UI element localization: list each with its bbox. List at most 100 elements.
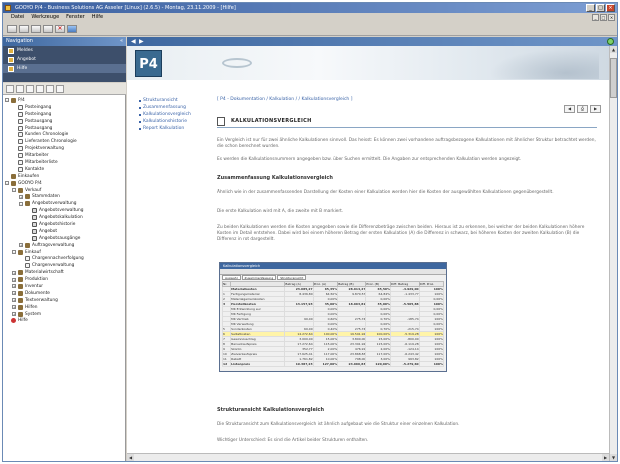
nav-item-meldes[interactable]: Meldes (3, 46, 126, 55)
back-icon[interactable] (6, 85, 14, 93)
mdi-minimize-button[interactable]: _ (592, 14, 599, 21)
save-icon[interactable] (67, 25, 77, 33)
tree-node-label: Inventur (25, 283, 44, 289)
breadcrumb[interactable]: [ P4 - Dokumentation / Kalkulation / / K… (217, 97, 352, 102)
navigation-title: Navigation (6, 38, 33, 44)
collapse-icon[interactable]: « (120, 37, 123, 46)
horizontal-scrollbar[interactable]: ◀ ▶ (127, 453, 609, 461)
expander-icon[interactable]: - (12, 250, 16, 255)
tree-node-label: Angebotskalkulation (39, 215, 83, 221)
tree-node[interactable]: Einkaufen (5, 173, 125, 180)
tree-node[interactable]: Angebotsausgänge (5, 235, 125, 242)
nav-item-hilfe[interactable]: Hilfe (3, 64, 126, 73)
forward-arrow-icon[interactable]: ▶ (139, 37, 144, 46)
tree-node-label: Projektverwaltung (25, 146, 64, 152)
tree-node[interactable]: Mitarbeiterliste (5, 159, 125, 166)
tree-node[interactable]: Posteingang (5, 111, 125, 118)
tree-node-label: P/4 (18, 97, 25, 103)
scroll-right-icon[interactable]: ▶ (602, 454, 609, 461)
scroll-left-icon[interactable]: ◀ (127, 454, 134, 461)
link-zusammenfassung[interactable]: Zusammenfassung (139, 104, 219, 111)
scroll-up-icon[interactable]: ▲ (610, 46, 617, 53)
expander-icon[interactable]: - (12, 188, 16, 193)
tree-node[interactable]: + Hilfen (5, 304, 125, 311)
favorite-icon[interactable] (46, 85, 54, 93)
menu-hilfe[interactable]: Hilfe (92, 13, 103, 22)
expander-icon[interactable]: + (19, 194, 23, 199)
expander-icon[interactable]: - (5, 98, 9, 103)
list-alt-icon[interactable] (31, 25, 41, 33)
lines-icon[interactable] (43, 25, 53, 33)
section-links: Strukturansicht Zusammenfassung Kalkulat… (139, 97, 219, 132)
nav-item-angebot[interactable]: Angebot (3, 55, 126, 64)
tree-node[interactable]: Chargenverwaltung (5, 262, 125, 269)
title-bar[interactable]: GOOYO P/4 - Business Solutions AG Assele… (3, 3, 617, 13)
menu-fenster[interactable]: Fenster (66, 13, 85, 22)
expander-icon[interactable]: + (12, 305, 16, 310)
expander-icon[interactable]: - (19, 201, 23, 206)
vertical-scrollbar[interactable]: ▲ ▼ (609, 46, 617, 461)
tree-node[interactable]: - Einkauf (5, 249, 125, 256)
back-arrow-icon[interactable]: ◀ (131, 37, 136, 46)
tree-node[interactable]: + Inventur (5, 283, 125, 290)
list-icon[interactable] (19, 25, 29, 33)
tree-node[interactable]: Angebot (5, 228, 125, 235)
tree-node[interactable]: + Dokumente (5, 290, 125, 297)
tree-node[interactable]: Lieferanten Chronologie (5, 138, 125, 145)
tree-node[interactable]: - GOOYO P/4 (5, 180, 125, 187)
close-button[interactable]: × (606, 4, 615, 12)
globe-icon[interactable] (607, 38, 614, 45)
tree-node[interactable]: Angebotskalkulation (5, 214, 125, 221)
refresh-icon[interactable] (26, 85, 34, 93)
expander-icon[interactable]: + (12, 284, 16, 289)
tree-node[interactable]: Postausgang (5, 125, 125, 132)
tree-node[interactable]: Projektverwaltung (5, 145, 125, 152)
delete-icon[interactable]: ✕ (55, 25, 65, 33)
tree-node[interactable]: Mitarbeiter (5, 152, 125, 159)
tree-node[interactable]: + Stammdaten (5, 193, 125, 200)
tree-node[interactable]: Chargennachverfolgung (5, 255, 125, 262)
link-strukturansicht[interactable]: Strukturansicht (139, 97, 219, 104)
tree-node[interactable]: + Materialwirtschaft (5, 269, 125, 276)
menu-werkzeuge[interactable]: Werkzeuge (31, 13, 59, 22)
link-report-kalkulation[interactable]: Report Kalkulation (139, 125, 219, 132)
tree-node[interactable]: Angebotshistorie (5, 221, 125, 228)
tree-node[interactable]: Kontakte (5, 166, 125, 173)
link-kalkulationshistorie[interactable]: Kalkulationshistorie (139, 118, 219, 125)
settings-icon[interactable] (56, 85, 64, 93)
minimize-button[interactable]: _ (586, 4, 595, 12)
home-icon[interactable] (16, 85, 24, 93)
tree-node[interactable]: Posteingang (5, 104, 125, 111)
expander-icon[interactable]: - (5, 181, 9, 186)
tree-node[interactable]: - Angebotsverwaltung (5, 200, 125, 207)
tree-node[interactable]: + System (5, 311, 125, 318)
tree-node[interactable]: + Textverwaltung (5, 297, 125, 304)
link-kalkulationsvergleich[interactable]: Kalkulationsvergleich (139, 111, 219, 118)
next-page-button[interactable]: ▶ (590, 105, 601, 113)
maximize-button[interactable]: □ (596, 4, 605, 12)
tree-node[interactable]: - Verkauf (5, 187, 125, 194)
expander-icon[interactable]: + (12, 298, 16, 303)
tree-node[interactable]: Postausgang (5, 118, 125, 125)
mdi-restore-button[interactable]: □ (600, 14, 607, 21)
scroll-down-icon[interactable]: ▼ (610, 454, 617, 461)
tree-node[interactable]: Kunden Chronologie (5, 131, 125, 138)
menu-datei[interactable]: Datei (11, 13, 24, 22)
new-icon[interactable] (7, 25, 17, 33)
mdi-close-button[interactable]: × (608, 14, 615, 21)
tree-node[interactable]: + Auftragsverwaltung (5, 242, 125, 249)
tree-node[interactable]: + Produktion (5, 276, 125, 283)
search-icon[interactable] (36, 85, 44, 93)
scroll-thumb[interactable] (610, 58, 617, 98)
expander-icon[interactable]: + (19, 243, 23, 248)
expander-icon[interactable]: + (12, 277, 16, 282)
tree-node[interactable]: Angebotsverwaltung (5, 207, 125, 214)
expander-icon[interactable]: + (12, 291, 16, 296)
print-button[interactable]: ⎙ (577, 105, 588, 113)
expander-icon[interactable]: + (12, 270, 16, 275)
expander-icon[interactable]: + (12, 312, 16, 317)
tree-node[interactable]: Hilfe (5, 318, 125, 325)
previous-page-button[interactable]: ◀ (564, 105, 575, 113)
tree-node-label: Produktion (25, 277, 48, 283)
tree-node[interactable]: - P/4 (5, 97, 125, 104)
